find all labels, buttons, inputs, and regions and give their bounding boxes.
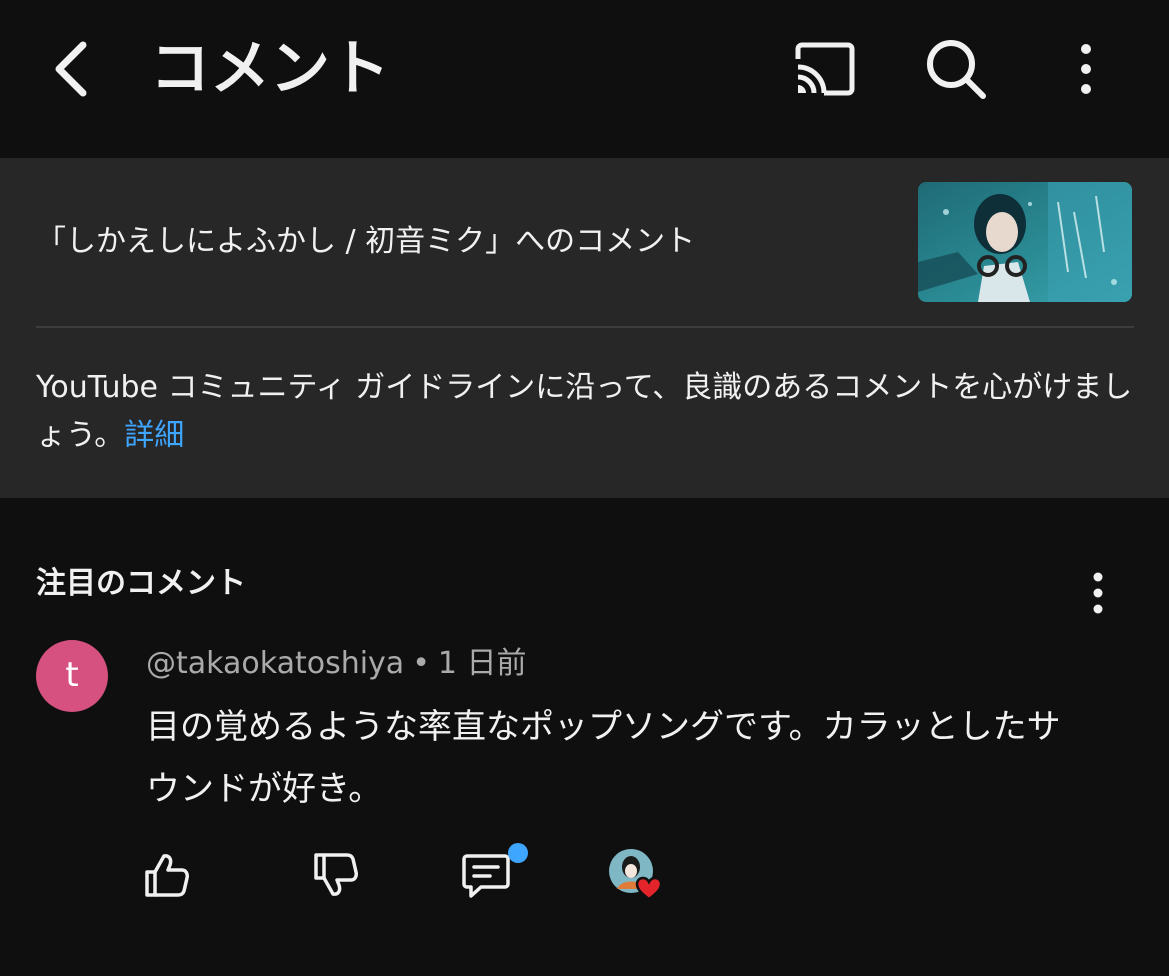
back-arrow-icon xyxy=(55,41,87,97)
meta-separator: • xyxy=(412,646,430,681)
comment-meta: @takaokatoshiya • 1 日前 xyxy=(146,642,527,686)
search-icon xyxy=(927,40,986,99)
more-vertical-icon xyxy=(1081,44,1091,94)
comment-author[interactable]: @takaokatoshiya xyxy=(146,646,404,681)
details-link[interactable]: 詳細 xyxy=(124,418,184,453)
video-title: 「しかえしによふかし / 初音ミク」へのコメント xyxy=(36,224,696,259)
divider xyxy=(36,326,1134,328)
section-title: 注目のコメント xyxy=(36,566,246,601)
more-vertical-icon xyxy=(1093,572,1103,614)
dislike-button[interactable] xyxy=(301,840,371,910)
like-button[interactable] xyxy=(132,840,202,910)
search-button[interactable] xyxy=(912,30,1000,108)
thumbs-down-icon xyxy=(314,853,358,896)
cast-button[interactable] xyxy=(778,30,866,108)
avatar[interactable]: t xyxy=(36,640,108,712)
cast-icon xyxy=(795,42,855,96)
video-thumbnail[interactable] xyxy=(918,182,1132,302)
guideline-text: YouTube コミュニティ ガイドラインに沿って、良識のあるコメントを心がけま… xyxy=(36,370,1133,453)
comment-item: t @takaokatoshiya • 1 日前 目の覚めるような率直なポップソング… xyxy=(36,640,1136,940)
comment-time: 1 日前 xyxy=(437,646,527,681)
reply-icon xyxy=(462,854,510,898)
more-options-button[interactable] xyxy=(1054,30,1118,108)
creator-heart-icon xyxy=(609,849,663,901)
video-thumbnail-art xyxy=(918,182,1132,302)
comment-more-button[interactable] xyxy=(1068,560,1128,626)
community-guideline-note: YouTube コミュニティ ガイドラインに沿って、良識のあるコメントを心がけま… xyxy=(36,364,1136,460)
comment-text: 目の覚めるような率直なポップソングです。カラッとしたサウンドが好き。 xyxy=(146,707,1061,809)
new-reply-dot xyxy=(508,843,528,863)
comments-context-panel: 「しかえしによふかし / 初音ミク」へのコメント YouTube コミュニティ … xyxy=(0,158,1169,498)
video-row[interactable]: 「しかえしによふかし / 初音ミク」へのコメント xyxy=(36,182,1134,302)
page-title: コメント xyxy=(150,34,390,104)
back-button[interactable] xyxy=(36,30,106,108)
thumbs-up-icon xyxy=(145,854,189,897)
app-bar: コメント xyxy=(0,0,1169,158)
creator-heart-button[interactable] xyxy=(602,840,672,910)
